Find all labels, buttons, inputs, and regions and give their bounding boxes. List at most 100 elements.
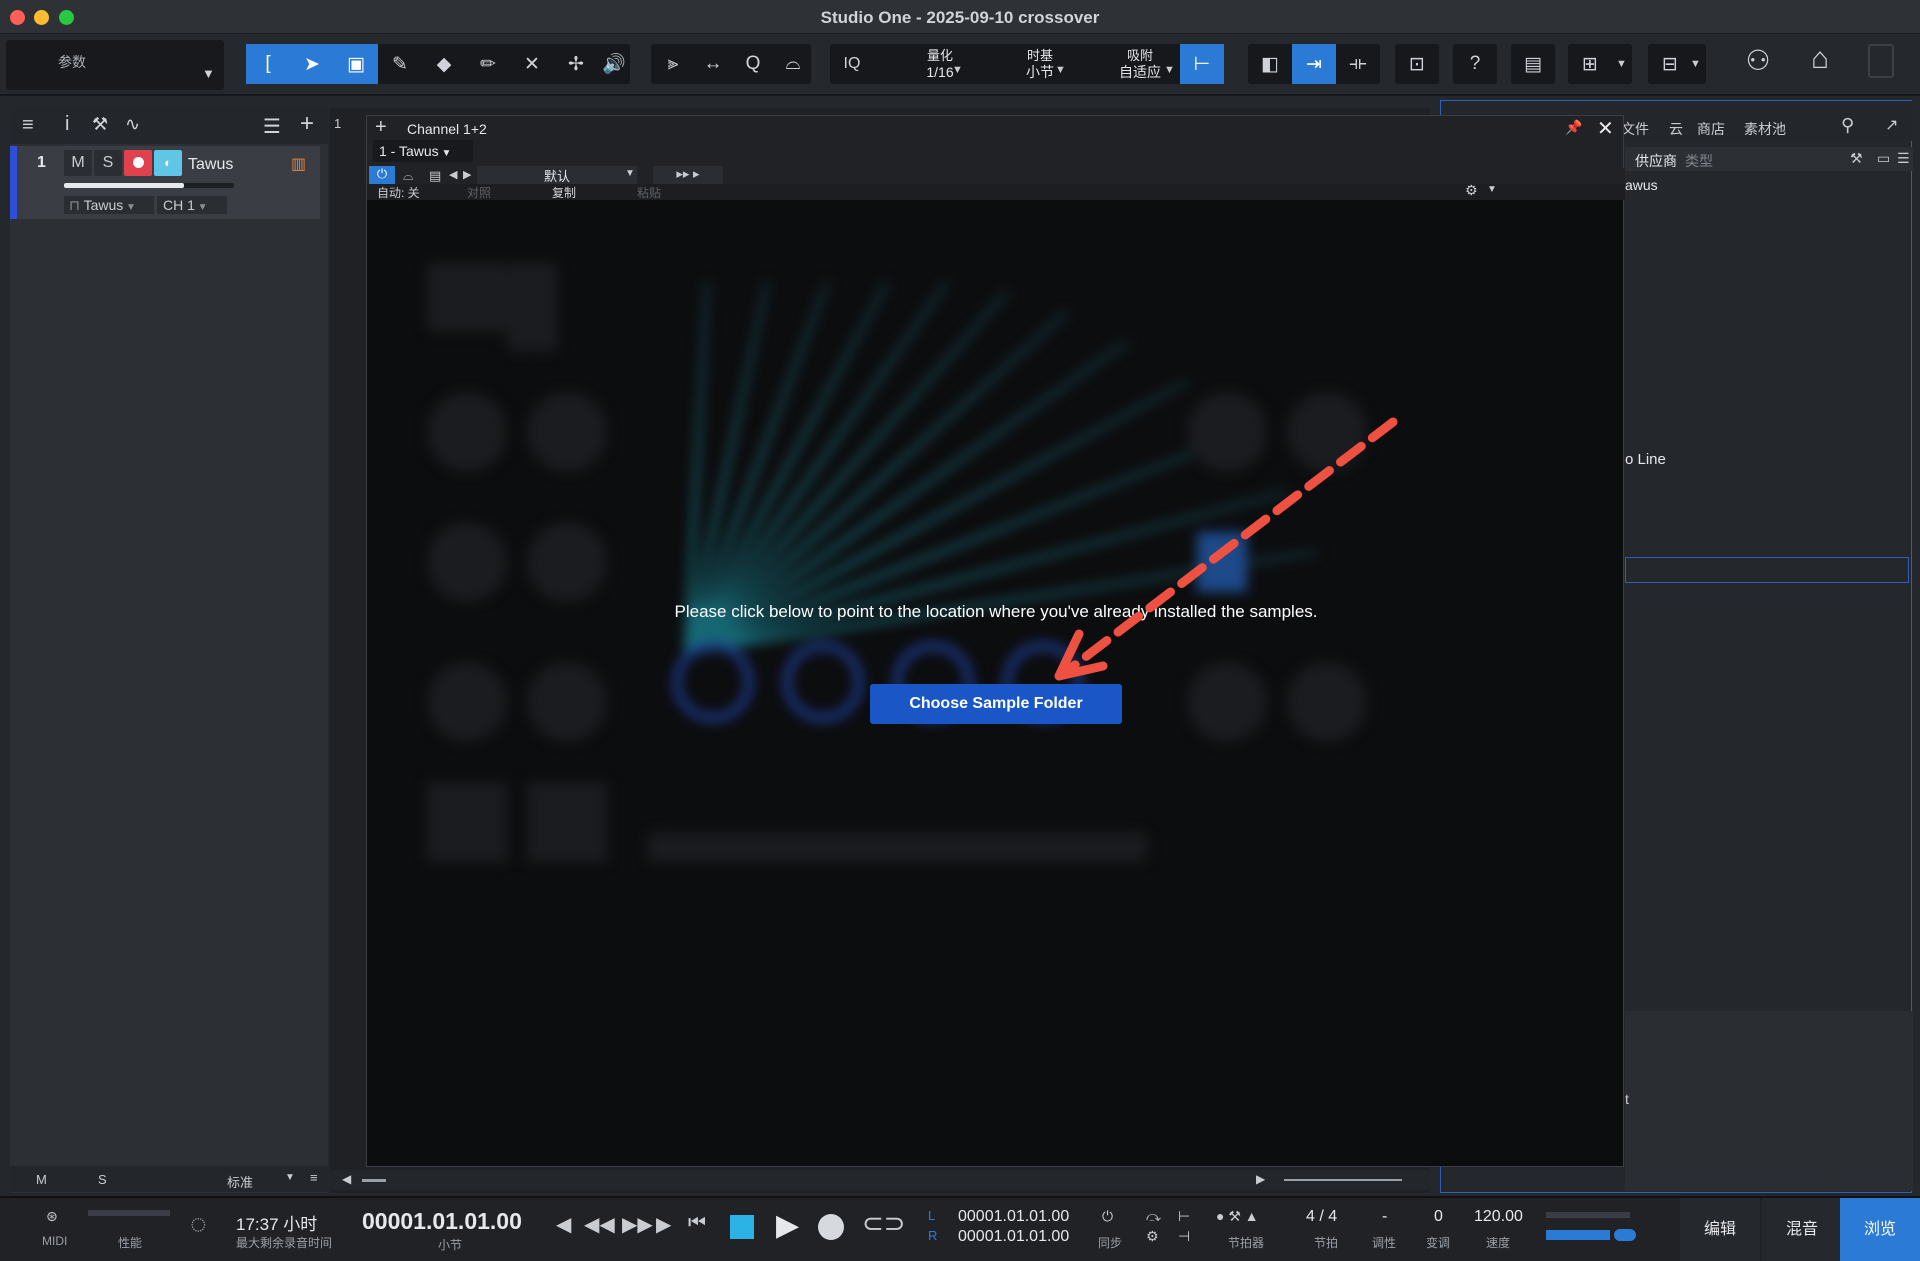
home-icon[interactable]: ⌂ (1800, 42, 1840, 82)
scroll-right-icon[interactable]: ▶ (1256, 1172, 1265, 1186)
punch-icon[interactable]: ⤼ (1146, 1208, 1161, 1225)
iq-button[interactable]: IQ (830, 44, 874, 84)
loop-icon[interactable]: ⊂⊃ (862, 1208, 906, 1239)
stretch-icon[interactable]: ↔ (691, 44, 735, 84)
grid-icon[interactable]: ⊞ (1568, 44, 1612, 84)
track-name[interactable]: Tawus (188, 156, 233, 174)
global-mute-button[interactable]: M (36, 1172, 47, 1187)
browser-item[interactable]: awus (1625, 177, 1658, 193)
document-icon[interactable] (1868, 44, 1894, 78)
edit-view-button[interactable]: 编辑 (1680, 1198, 1760, 1261)
record-arm-button[interactable] (124, 150, 152, 176)
chevron-down-icon[interactable]: ▼ (202, 66, 215, 81)
tab-pool[interactable]: 素材池 (1744, 119, 1786, 139)
position-unit[interactable]: 小节 (438, 1236, 462, 1253)
end-icon[interactable]: ▶ (656, 1212, 671, 1237)
preroll-icon[interactable]: ⊣ (1178, 1228, 1190, 1245)
eraser-tool-icon[interactable]: ◆ (422, 44, 466, 84)
scroll-left-icon[interactable]: ◀ (342, 1172, 351, 1186)
transpose-value[interactable]: 0 (1434, 1208, 1443, 1226)
global-solo-button[interactable]: S (98, 1172, 107, 1187)
sync-icon[interactable]: ⏻ (1102, 1208, 1113, 1225)
target-icon[interactable]: ⊡ (1395, 44, 1439, 84)
subtab-vendor[interactable]: 供应商 (1635, 151, 1677, 171)
wrench-icon[interactable]: ⚒ (92, 114, 108, 135)
fast-forward-icon[interactable]: ▶▶ (622, 1212, 653, 1237)
zoom-slider[interactable] (1284, 1179, 1402, 1181)
monitor-button[interactable]: ◐ (154, 150, 182, 176)
key-value[interactable]: - (1382, 1208, 1387, 1226)
metronome-toggle-icon[interactable]: ● ⚒ ▲ (1216, 1208, 1259, 1225)
range-bracket-icon[interactable]: [ (246, 44, 290, 84)
browser-selected-row[interactable] (1625, 557, 1909, 583)
search-icon[interactable]: ⚲ (1841, 115, 1854, 136)
subtab-type[interactable]: 类型 (1685, 151, 1713, 171)
skip-back-icon[interactable]: ⏮ (688, 1212, 706, 1235)
chevron-down-icon[interactable]: ▼ (1616, 58, 1627, 70)
listen-tool-icon[interactable]: 🔊 (598, 44, 630, 84)
toggle-switch[interactable] (1614, 1229, 1636, 1241)
automation-icon[interactable]: ∿ (125, 114, 140, 135)
track-row[interactable]: 1 M S ◐ Tawus ▥ ⊓ Tawus ▼ CH 1 ▼ (10, 146, 320, 219)
timebase-selector[interactable]: 时基 小节 (990, 47, 1090, 81)
instrument-icon[interactable]: ▥ (291, 154, 306, 174)
pencil-tool-icon[interactable]: ✏ (466, 44, 510, 84)
browser-item[interactable]: o Line (1625, 451, 1666, 468)
snap-toggle-icon[interactable]: ⊢ (1180, 44, 1224, 84)
track-list-icon[interactable]: ☰ (263, 114, 281, 139)
mix-view-button[interactable]: 混音 (1762, 1198, 1842, 1261)
stop-button[interactable] (730, 1215, 754, 1239)
menu-icon[interactable]: ≡ (310, 1170, 318, 1185)
list-icon[interactable]: ≡ (22, 114, 34, 137)
groove-icon[interactable]: ⌓ (771, 44, 815, 84)
wrench-icon[interactable]: ⚒ (1850, 150, 1863, 167)
layout-icon[interactable]: ⊟ (1648, 44, 1692, 84)
instrument-selector[interactable]: ⊓ Tawus ▼ (64, 196, 154, 214)
loop-end[interactable]: 00001.01.01.00 (958, 1228, 1069, 1246)
play-button[interactable]: ▶ (776, 1208, 799, 1243)
chevron-down-icon[interactable]: ▼ (1164, 64, 1175, 76)
rewind-icon[interactable]: ◀◀ (584, 1212, 615, 1237)
list-icon[interactable]: ☰ (1897, 150, 1910, 167)
channel-selector[interactable]: CH 1 ▼ (157, 196, 227, 214)
chevron-down-icon[interactable]: ▼ (1055, 64, 1066, 76)
chevron-down-icon[interactable]: ▼ (952, 64, 963, 76)
add-track-icon[interactable]: + (300, 110, 314, 138)
precount-icon[interactable]: ⊢ (1178, 1208, 1190, 1225)
snap-selector[interactable]: 吸附 自适应 (1090, 47, 1190, 81)
tempo-value[interactable]: 120.00 (1474, 1208, 1523, 1226)
range-tool-icon[interactable]: ▣ (334, 44, 378, 84)
bend-tool-icon[interactable]: ✢ (554, 44, 598, 84)
volume-slider[interactable] (64, 183, 234, 188)
scroll-thumb[interactable] (362, 1179, 386, 1182)
record-button[interactable] (818, 1214, 844, 1240)
mute-button[interactable]: M (64, 150, 92, 176)
quantize-q-icon[interactable]: Q (731, 44, 775, 84)
solo-button[interactable]: S (94, 150, 122, 176)
window-icon[interactable]: ▭ (1877, 150, 1890, 167)
chevron-down-icon[interactable]: ▼ (285, 1172, 295, 1183)
position-display[interactable]: 00001.01.01.00 (362, 1208, 522, 1235)
gear-icon[interactable]: ⚙ (1146, 1228, 1159, 1245)
tab-cloud[interactable]: 云 (1669, 119, 1683, 139)
user-icon[interactable]: ⚇ (1738, 44, 1778, 84)
help-button[interactable]: ? (1453, 44, 1497, 84)
expand-icon[interactable]: ↗ (1885, 115, 1898, 135)
chevron-down-icon[interactable]: ▼ (1690, 58, 1701, 70)
split-marker-icon[interactable]: ⟛ (1336, 44, 1380, 84)
browse-view-button[interactable]: 浏览 (1840, 1198, 1920, 1261)
time-signature[interactable]: 4 / 4 (1306, 1208, 1337, 1226)
autoscroll-icon[interactable]: ◧ (1248, 44, 1292, 84)
arrow-tool-icon[interactable]: ➤ (290, 44, 334, 84)
film-icon[interactable]: ▤ (1511, 44, 1555, 84)
horizontal-scrollbar[interactable]: ◀ ▶ (330, 1170, 1430, 1190)
follow-icon[interactable]: ⇥ (1292, 44, 1336, 84)
loop-start[interactable]: 00001.01.01.00 (958, 1208, 1069, 1226)
return-zero-icon[interactable]: ◀ (556, 1212, 571, 1237)
tab-files[interactable]: 文件 (1621, 119, 1649, 139)
split-tool-icon[interactable]: ✎ (378, 44, 422, 84)
info-icon[interactable]: i (65, 113, 69, 136)
view-mode-selector[interactable]: 标准 (227, 1172, 253, 1191)
params-panel[interactable]: 参数 ▼ (6, 40, 224, 90)
mute-tool-icon[interactable]: ✕ (510, 44, 554, 84)
